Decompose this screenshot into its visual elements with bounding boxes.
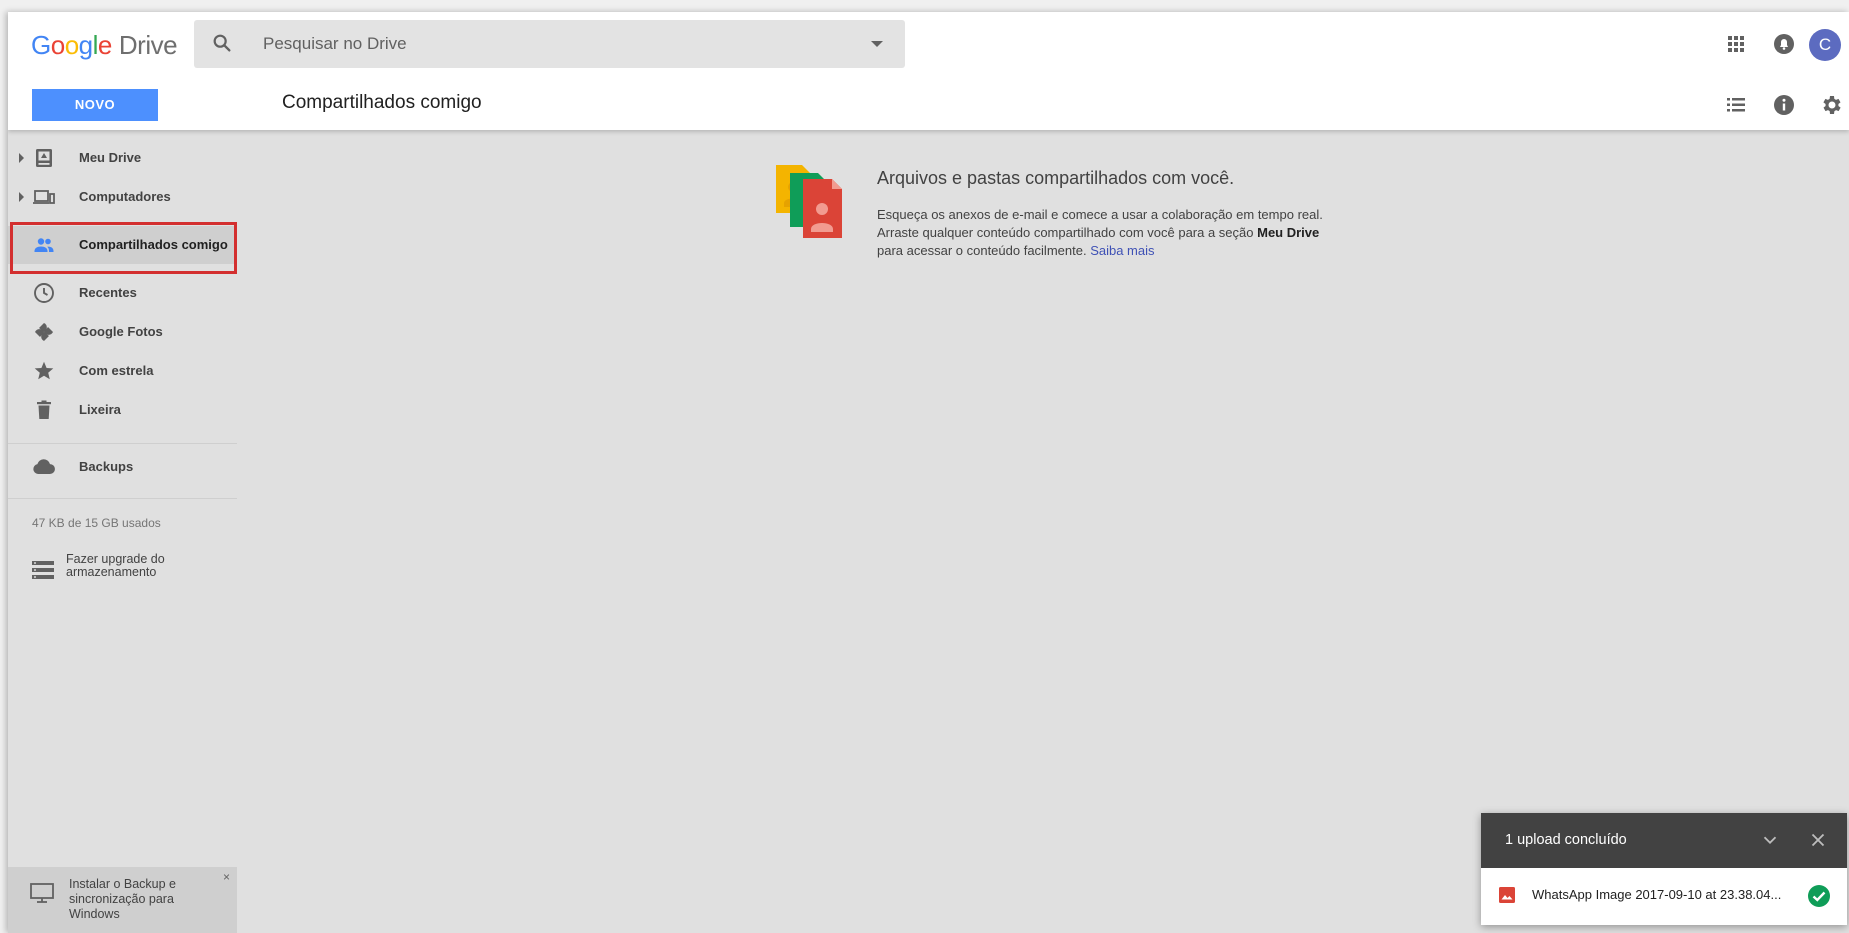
upload-file-row[interactable]: WhatsApp Image 2017-09-10 at 23.38.04... bbox=[1481, 868, 1847, 925]
empty-state-line: Esqueça os anexos de e-mail e comece a u… bbox=[877, 207, 1323, 222]
empty-state-line: para acessar o conteúdo facilmente. bbox=[877, 243, 1091, 258]
empty-state-title: Arquivos e pastas compartilhados com voc… bbox=[877, 168, 1235, 188]
collapse-chevron-icon[interactable] bbox=[1759, 829, 1781, 856]
computers-icon bbox=[32, 185, 56, 209]
shared-files-illustration bbox=[774, 163, 856, 248]
install-backup-banner[interactable]: Instalar o Backup e sincronização para W… bbox=[8, 867, 237, 933]
sidebar-item-my-drive[interactable]: Meu Drive bbox=[8, 139, 237, 177]
search-icon[interactable] bbox=[211, 32, 233, 59]
list-view-icon[interactable] bbox=[1724, 93, 1748, 117]
install-text-line: Windows bbox=[69, 907, 120, 921]
close-icon[interactable]: × bbox=[223, 870, 230, 884]
sidebar-item-starred[interactable]: Com estrela bbox=[8, 352, 237, 390]
upload-panel-title: 1 upload concluído bbox=[1505, 832, 1627, 848]
sidebar-item-backups[interactable]: Backups bbox=[8, 448, 237, 486]
desktop-monitor-icon bbox=[29, 881, 55, 910]
upload-complete-check-icon bbox=[1807, 884, 1831, 913]
clock-icon bbox=[32, 281, 56, 305]
sidebar-item-computers[interactable]: Computadores bbox=[8, 178, 237, 216]
search-box[interactable]: Pesquisar no Drive bbox=[194, 20, 905, 68]
my-drive-bold-text: Meu Drive bbox=[1257, 225, 1320, 240]
sidebar-divider bbox=[8, 443, 237, 444]
page-title: Compartilhados comigo bbox=[282, 92, 482, 113]
settings-gear-icon[interactable] bbox=[1820, 93, 1844, 117]
pinwheel-icon bbox=[32, 320, 56, 344]
close-icon[interactable] bbox=[1807, 829, 1829, 856]
learn-more-link[interactable]: Saiba mais bbox=[1090, 243, 1154, 258]
my-drive-icon bbox=[32, 146, 56, 170]
upgrade-label-line: armazenamento bbox=[66, 565, 157, 579]
empty-state-description: Esqueça os anexos de e-mail e comece a u… bbox=[877, 206, 1357, 260]
install-text-line: sincronização para bbox=[69, 892, 174, 906]
search-input[interactable]: Pesquisar no Drive bbox=[263, 34, 407, 54]
notifications-bell-icon[interactable] bbox=[1772, 32, 1796, 56]
expand-arrow-icon[interactable] bbox=[19, 192, 24, 202]
sidebar-item-google-photos[interactable]: Google Fotos bbox=[8, 313, 237, 351]
sidebar-item-trash[interactable]: Lixeira bbox=[8, 391, 237, 429]
apps-grid-icon[interactable] bbox=[1724, 32, 1748, 56]
trash-icon bbox=[32, 398, 56, 422]
install-text-line: Instalar o Backup e bbox=[69, 877, 177, 891]
sidebar-item-recent[interactable]: Recentes bbox=[8, 274, 237, 312]
expand-arrow-icon[interactable] bbox=[19, 153, 24, 163]
google-drive-logo[interactable]: Google Drive bbox=[31, 30, 178, 61]
shared-people-icon bbox=[32, 233, 56, 257]
info-icon[interactable] bbox=[1772, 93, 1796, 117]
upgrade-storage-link[interactable]: Fazer upgrade do armazenamento bbox=[8, 548, 237, 594]
search-options-dropdown-icon[interactable] bbox=[871, 41, 883, 47]
image-file-icon bbox=[1498, 886, 1516, 909]
header: Google Drive Pesquisar no Drive C NOVO Co… bbox=[8, 12, 1849, 130]
storage-icon bbox=[32, 560, 54, 585]
sidebar-divider bbox=[8, 498, 237, 499]
account-avatar[interactable]: C bbox=[1809, 29, 1841, 61]
drive-window: Google Drive Pesquisar no Drive C NOVO Co… bbox=[8, 12, 1849, 933]
sidebar-item-shared-with-me[interactable]: Compartilhados comigo bbox=[8, 226, 237, 264]
upload-file-name: WhatsApp Image 2017-09-10 at 23.38.04... bbox=[1532, 887, 1782, 902]
upload-panel-header: 1 upload concluído bbox=[1481, 813, 1847, 868]
star-icon bbox=[32, 359, 56, 383]
new-button[interactable]: NOVO bbox=[32, 89, 158, 121]
storage-usage-text: 47 KB de 15 GB usados bbox=[32, 516, 161, 530]
cloud-icon bbox=[32, 455, 56, 479]
upload-status-panel: 1 upload concluído WhatsApp Image 2017-0… bbox=[1481, 813, 1847, 925]
sidebar: Meu Drive Computadores Compartilhados co… bbox=[8, 130, 237, 933]
empty-state-line: Arraste qualquer conteúdo compartilhado … bbox=[877, 225, 1258, 240]
